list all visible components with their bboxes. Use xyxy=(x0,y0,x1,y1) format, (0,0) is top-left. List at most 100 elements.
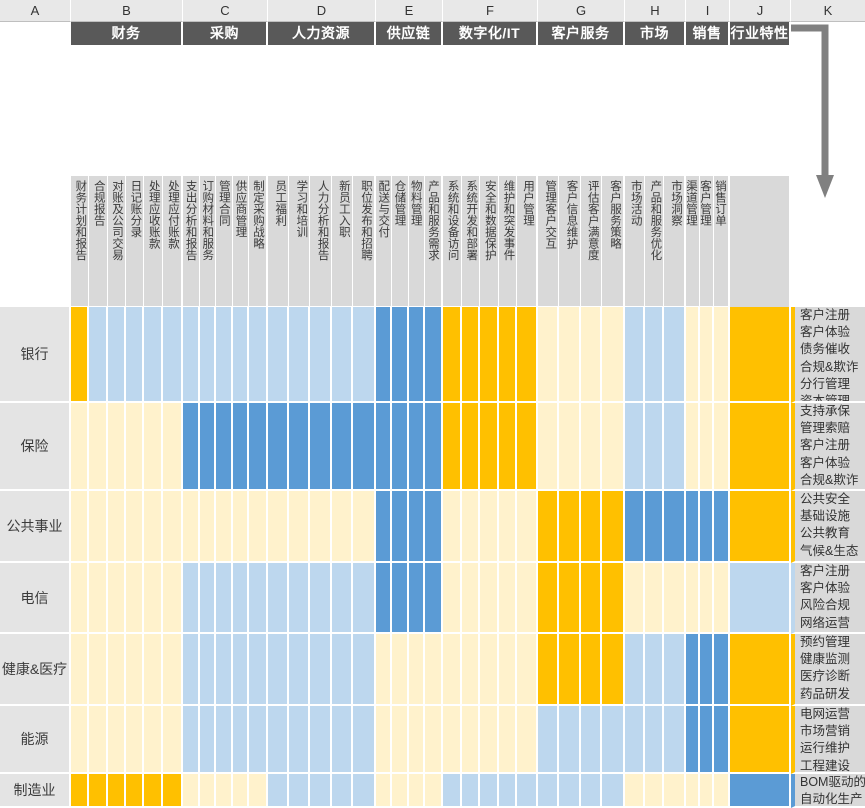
industry-specific-cell[interactable]: 客户注册 客户体验 债务催收 合规&欺诈 分行管理 资本管理 xyxy=(791,307,865,403)
heat-cell[interactable] xyxy=(730,307,789,403)
subheader-label[interactable]: 配送与交付 xyxy=(376,176,393,307)
heat-cell[interactable] xyxy=(517,774,536,808)
heat-cell[interactable] xyxy=(126,403,145,491)
heat-cell[interactable] xyxy=(310,634,332,706)
heat-cell[interactable] xyxy=(89,774,108,808)
heat-cell[interactable] xyxy=(517,634,536,706)
heat-cell[interactable] xyxy=(601,403,624,491)
subheader-label[interactable]: 客户管理 xyxy=(700,176,715,307)
subheader-label[interactable]: 系统和设备访问 xyxy=(443,176,462,307)
heat-cell[interactable] xyxy=(232,563,250,634)
heat-cell[interactable] xyxy=(480,307,499,403)
heat-cell[interactable] xyxy=(730,634,789,706)
heat-cell[interactable] xyxy=(216,706,233,774)
heat-cell[interactable] xyxy=(89,634,108,706)
heat-cell[interactable] xyxy=(331,774,353,808)
heat-cell[interactable] xyxy=(601,706,624,774)
column-letter-h[interactable]: H xyxy=(625,0,686,22)
heat-cell[interactable] xyxy=(107,706,127,774)
heat-cell[interactable] xyxy=(183,774,200,808)
subheader-label[interactable]: 新员工入职 xyxy=(331,176,353,307)
heat-cell[interactable] xyxy=(71,563,90,634)
heat-cell[interactable] xyxy=(538,403,560,491)
heat-cell[interactable] xyxy=(126,634,145,706)
heat-cell[interactable] xyxy=(538,491,560,563)
heat-cell[interactable] xyxy=(686,307,701,403)
heat-cell[interactable] xyxy=(517,563,536,634)
heat-cell[interactable] xyxy=(480,706,499,774)
heat-cell[interactable] xyxy=(730,563,789,634)
heat-cell[interactable] xyxy=(162,491,182,563)
heat-cell[interactable] xyxy=(480,634,499,706)
heat-cell[interactable] xyxy=(700,634,715,706)
heat-cell[interactable] xyxy=(625,706,645,774)
subheader-label[interactable]: 处理应收账款 xyxy=(144,176,163,307)
heat-cell[interactable] xyxy=(580,491,602,563)
heat-cell[interactable] xyxy=(310,563,332,634)
heat-cell[interactable] xyxy=(71,491,90,563)
heat-cell[interactable] xyxy=(126,706,145,774)
heat-cell[interactable] xyxy=(392,706,409,774)
industry-specific-cell[interactable]: 客户注册 客户体验 风险合规 网络运营 xyxy=(791,563,865,634)
heat-cell[interactable] xyxy=(686,634,701,706)
subheader-label[interactable]: 订购材料和服务 xyxy=(199,176,217,307)
heat-cell[interactable] xyxy=(249,307,266,403)
heat-cell[interactable] xyxy=(644,634,665,706)
heat-cell[interactable] xyxy=(289,774,311,808)
heat-cell[interactable] xyxy=(644,307,665,403)
heat-cell[interactable] xyxy=(601,563,624,634)
heat-cell[interactable] xyxy=(408,563,425,634)
heat-cell[interactable] xyxy=(443,706,462,774)
heat-cell[interactable] xyxy=(183,491,200,563)
heat-cell[interactable] xyxy=(352,706,374,774)
heat-cell[interactable] xyxy=(538,774,560,808)
heat-cell[interactable] xyxy=(249,563,266,634)
heat-cell[interactable] xyxy=(352,403,374,491)
heat-cell[interactable] xyxy=(461,563,481,634)
subheader-label[interactable]: 客户信息维护 xyxy=(559,176,581,307)
heat-cell[interactable] xyxy=(443,774,462,808)
heat-cell[interactable] xyxy=(392,491,409,563)
heat-cell[interactable] xyxy=(730,403,789,491)
heat-cell[interactable] xyxy=(730,706,789,774)
heat-cell[interactable] xyxy=(126,307,145,403)
heat-cell[interactable] xyxy=(580,774,602,808)
subheader-label[interactable]: 管理合同 xyxy=(216,176,233,307)
heat-cell[interactable] xyxy=(331,403,353,491)
heat-cell[interactable] xyxy=(331,563,353,634)
heat-cell[interactable] xyxy=(559,563,581,634)
heat-cell[interactable] xyxy=(730,774,789,808)
subheader-label[interactable]: 产品和服务优化 xyxy=(644,176,665,307)
subheader-label[interactable]: 员工福利 xyxy=(268,176,290,307)
heat-cell[interactable] xyxy=(352,774,374,808)
heat-cell[interactable] xyxy=(443,634,462,706)
heat-cell[interactable] xyxy=(289,634,311,706)
heat-cell[interactable] xyxy=(199,491,217,563)
heat-cell[interactable] xyxy=(424,491,441,563)
heat-cell[interactable] xyxy=(310,403,332,491)
heat-cell[interactable] xyxy=(498,491,518,563)
heat-cell[interactable] xyxy=(686,706,701,774)
group-header-d[interactable]: 人力资源 xyxy=(268,22,376,45)
heat-cell[interactable] xyxy=(424,706,441,774)
heat-cell[interactable] xyxy=(625,403,645,491)
heat-cell[interactable] xyxy=(71,774,90,808)
heat-cell[interactable] xyxy=(580,706,602,774)
heat-cell[interactable] xyxy=(644,491,665,563)
heat-cell[interactable] xyxy=(517,403,536,491)
heat-cell[interactable] xyxy=(183,403,200,491)
heat-cell[interactable] xyxy=(517,307,536,403)
heat-cell[interactable] xyxy=(559,706,581,774)
heat-cell[interactable] xyxy=(644,706,665,774)
heat-cell[interactable] xyxy=(289,403,311,491)
heat-cell[interactable] xyxy=(89,403,108,491)
heat-cell[interactable] xyxy=(714,774,728,808)
heat-cell[interactable] xyxy=(625,563,645,634)
heat-cell[interactable] xyxy=(162,706,182,774)
heat-cell[interactable] xyxy=(461,307,481,403)
subheader-label[interactable]: 管理客户交互 xyxy=(538,176,560,307)
heat-cell[interactable] xyxy=(216,774,233,808)
heat-cell[interactable] xyxy=(664,403,684,491)
heat-cell[interactable] xyxy=(480,563,499,634)
heat-cell[interactable] xyxy=(580,307,602,403)
